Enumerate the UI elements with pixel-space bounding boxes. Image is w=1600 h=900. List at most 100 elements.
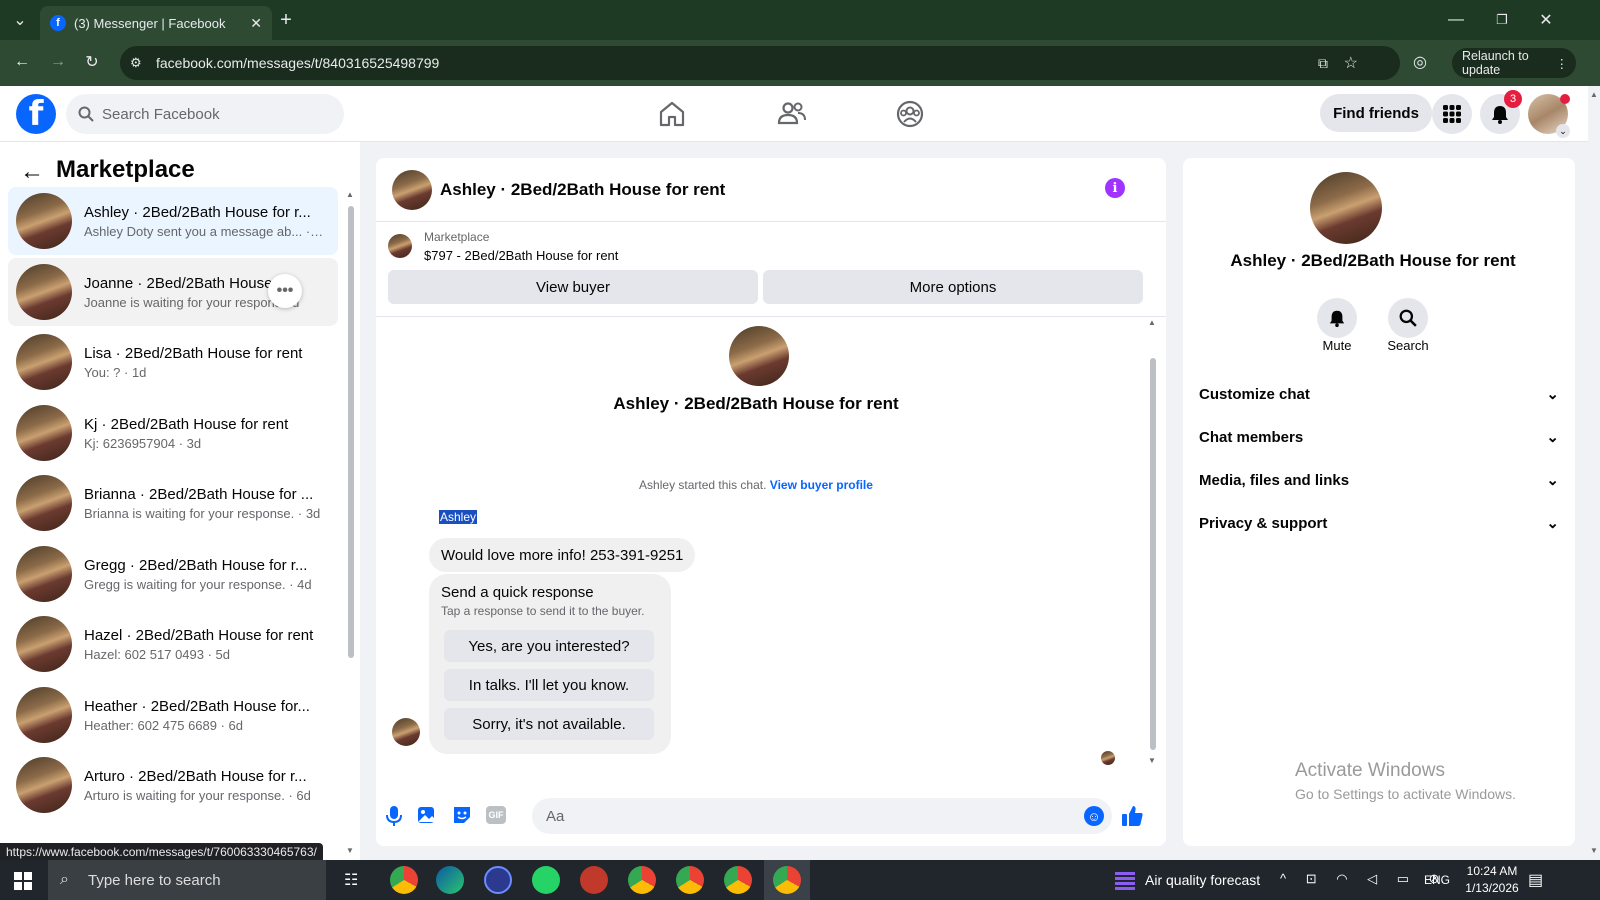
chrome-profile-icon[interactable] bbox=[724, 866, 752, 894]
profile-icon[interactable]: ◎ bbox=[1406, 48, 1434, 76]
chrome-profile-icon[interactable] bbox=[628, 866, 656, 894]
chrome-icon[interactable] bbox=[390, 866, 418, 894]
minimize-icon[interactable]: — bbox=[1442, 6, 1470, 34]
system-tray-icons[interactable]: ^ ⊡ ◠ ◁ ▭ ⊘ bbox=[1280, 871, 1448, 887]
menu-grid-button[interactable] bbox=[1432, 94, 1472, 134]
task-view-icon[interactable]: ☷ bbox=[344, 870, 358, 890]
chat-title[interactable]: Ashley · 2Bed/2Bath House for rent bbox=[440, 180, 725, 200]
facebook-favicon-icon: f bbox=[50, 15, 66, 31]
customize-chat-row[interactable]: Customize chat ⌄ bbox=[1199, 374, 1559, 414]
thumbs-up-icon[interactable] bbox=[1120, 804, 1144, 828]
browser-tab[interactable]: f (3) Messenger | Facebook ✕ bbox=[40, 6, 272, 40]
microphone-icon[interactable] bbox=[384, 804, 404, 828]
weather-label[interactable]: Air quality forecast bbox=[1145, 872, 1260, 888]
chat-scroll-down-icon[interactable]: ▼ bbox=[1148, 756, 1156, 765]
conversation-item[interactable]: Arturo · 2Bed/2Bath House for r... Arturo… bbox=[8, 751, 338, 819]
search-input[interactable]: Search Facebook bbox=[66, 94, 344, 134]
home-icon[interactable] bbox=[656, 98, 688, 130]
app-icon[interactable] bbox=[484, 866, 512, 894]
scroll-up-icon[interactable]: ▲ bbox=[346, 190, 354, 199]
mute-label: Mute bbox=[1322, 338, 1352, 353]
groups-icon[interactable] bbox=[894, 98, 926, 130]
install-app-icon[interactable]: ⧉ bbox=[1318, 55, 1328, 72]
view-buyer-profile-link[interactable]: View buyer profile bbox=[770, 478, 873, 492]
conversation-item[interactable]: Joanne · 2Bed/2Bath House f... Joanne is … bbox=[8, 258, 338, 326]
new-tab-icon[interactable]: + bbox=[272, 6, 300, 34]
emoji-icon[interactable]: ☺ bbox=[1084, 806, 1104, 826]
conversation-avatar bbox=[16, 616, 72, 672]
windows-start-icon[interactable] bbox=[14, 872, 32, 890]
scroll-down-icon[interactable]: ▼ bbox=[346, 846, 354, 855]
conversation-avatar bbox=[16, 405, 72, 461]
conversation-item[interactable]: Lisa · 2Bed/2Bath House for rent You: ? ·… bbox=[8, 328, 338, 396]
edge-icon[interactable] bbox=[436, 866, 464, 894]
privacy-support-row[interactable]: Privacy & support ⌄ bbox=[1199, 503, 1559, 543]
view-buyer-button[interactable]: View buyer bbox=[388, 270, 758, 304]
listing-label: Marketplace bbox=[424, 230, 490, 244]
details-avatar[interactable] bbox=[1310, 172, 1382, 244]
conversation-item[interactable]: Gregg · 2Bed/2Bath House for r... Gregg i… bbox=[8, 540, 338, 608]
page-scrollbar-down-icon[interactable]: ▼ bbox=[1590, 846, 1598, 855]
quick-reply-interested[interactable]: Yes, are you interested? bbox=[444, 630, 654, 662]
conversation-item[interactable]: Kj · 2Bed/2Bath House for rent Kj: 623695… bbox=[8, 399, 338, 467]
address-toolbar: ← → ↻ ⚙ facebook.com/messages/t/84031652… bbox=[0, 40, 1600, 86]
message-bubble[interactable]: Would love more info! 253-391-9251 bbox=[429, 538, 696, 572]
taskbar-search-input[interactable]: ⌕ Type here to search bbox=[48, 860, 326, 900]
wpm-icon[interactable] bbox=[580, 866, 608, 894]
reload-icon[interactable]: ↻ bbox=[78, 48, 106, 76]
message-input[interactable]: Aa ☺ bbox=[532, 798, 1112, 834]
chat-scrollbar[interactable] bbox=[1150, 358, 1156, 750]
mute-button[interactable] bbox=[1317, 298, 1357, 338]
account-avatar[interactable]: ⌄ bbox=[1528, 94, 1570, 138]
sticker-icon[interactable] bbox=[452, 804, 472, 826]
divider bbox=[376, 316, 1166, 317]
restore-icon[interactable]: ❐ bbox=[1488, 6, 1516, 34]
notification-center-icon[interactable]: ▤ bbox=[1528, 870, 1543, 890]
relaunch-button[interactable]: Relaunch to update ⋮ bbox=[1452, 48, 1576, 78]
chat-members-row[interactable]: Chat members ⌄ bbox=[1199, 417, 1559, 457]
chat-avatar[interactable] bbox=[392, 170, 432, 210]
notifications-button[interactable]: 3 bbox=[1480, 90, 1522, 134]
listing-thumbnail[interactable] bbox=[388, 234, 412, 258]
back-icon[interactable]: ← bbox=[8, 48, 36, 76]
close-window-icon[interactable]: ✕ bbox=[1532, 6, 1560, 34]
bookmark-star-icon[interactable]: ☆ bbox=[1344, 53, 1358, 73]
facebook-logo-icon[interactable]: f bbox=[16, 94, 56, 134]
clock-time[interactable]: 10:24 AM bbox=[1462, 864, 1522, 878]
tab-close-icon[interactable]: ✕ bbox=[250, 15, 262, 32]
listing-detail[interactable]: $797 - 2Bed/2Bath House for rent bbox=[424, 248, 618, 263]
whatsapp-icon[interactable] bbox=[532, 866, 560, 894]
media-files-links-row[interactable]: Media, files and links ⌄ bbox=[1199, 460, 1559, 500]
forward-icon[interactable]: → bbox=[44, 48, 72, 76]
gif-icon[interactable]: GIF bbox=[486, 806, 506, 824]
chat-scroll-up-icon[interactable]: ▲ bbox=[1148, 318, 1156, 327]
back-arrow-icon[interactable]: ← bbox=[20, 158, 44, 186]
profile-avatar[interactable] bbox=[729, 326, 789, 386]
conversation-item[interactable]: Ashley · 2Bed/2Bath House for r... Ashley… bbox=[8, 187, 338, 255]
language-indicator[interactable]: ENG bbox=[1424, 873, 1450, 887]
clock-date[interactable]: 1/13/2026 bbox=[1458, 881, 1526, 895]
url-bar[interactable]: ⚙ facebook.com/messages/t/84031652549879… bbox=[120, 46, 1400, 80]
page-scrollbar-up-icon[interactable]: ▲ bbox=[1590, 90, 1598, 99]
tab-search-chevron-icon[interactable]: ⌄ bbox=[6, 6, 34, 34]
friends-icon[interactable] bbox=[776, 98, 808, 130]
more-options-button[interactable]: More options bbox=[763, 270, 1143, 304]
weather-icon[interactable] bbox=[1115, 870, 1135, 890]
conversation-item[interactable]: Heather · 2Bed/2Bath House for... Heather… bbox=[8, 681, 338, 749]
chat-details-panel: Ashley · 2Bed/2Bath House for rent Mute … bbox=[1183, 158, 1575, 846]
quick-reply-not-available[interactable]: Sorry, it's not available. bbox=[444, 708, 654, 740]
conversation-item[interactable]: Hazel · 2Bed/2Bath House for rent Hazel: … bbox=[8, 610, 338, 678]
conversation-item[interactable]: Brianna · 2Bed/2Bath House for ... Briann… bbox=[8, 469, 338, 537]
info-icon[interactable]: i bbox=[1105, 178, 1125, 198]
chrome-profile-icon[interactable] bbox=[676, 866, 704, 894]
active-app-highlight[interactable] bbox=[764, 860, 810, 900]
sidebar-scrollbar[interactable] bbox=[348, 206, 354, 658]
activate-windows-title: Activate Windows bbox=[1295, 760, 1445, 781]
details-name: Ashley · 2Bed/2Bath House for rent bbox=[1230, 251, 1516, 270]
site-info-icon[interactable]: ⚙ bbox=[130, 55, 142, 71]
photo-icon[interactable] bbox=[417, 804, 437, 826]
quick-reply-in-talks[interactable]: In talks. I'll let you know. bbox=[444, 669, 654, 701]
find-friends-button[interactable]: Find friends bbox=[1320, 94, 1432, 132]
search-chat-button[interactable] bbox=[1388, 298, 1428, 338]
conversation-more-button[interactable]: ••• bbox=[268, 274, 302, 308]
